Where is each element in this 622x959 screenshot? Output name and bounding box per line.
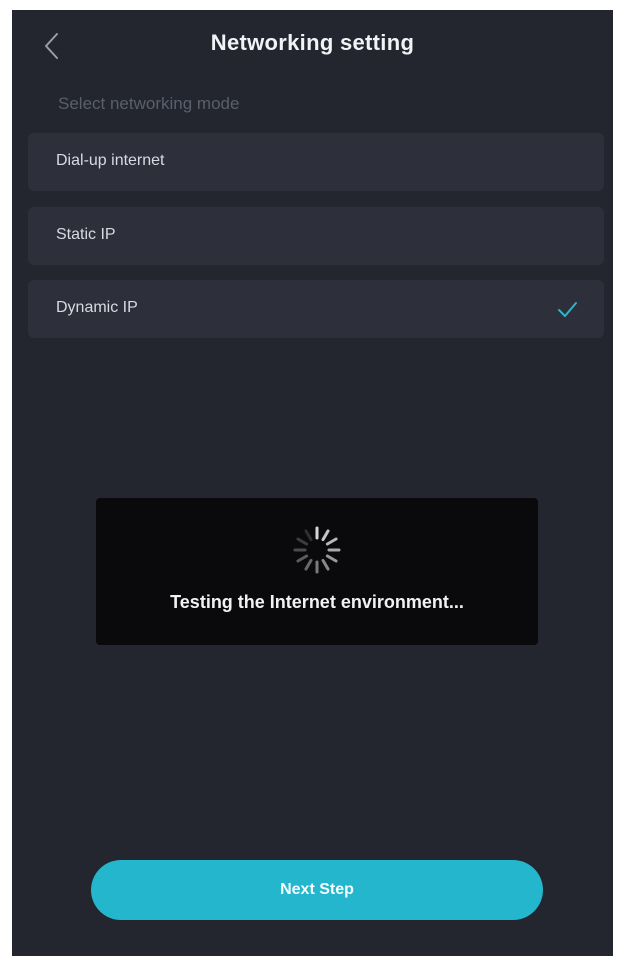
next-step-button[interactable]: Next Step: [91, 860, 543, 920]
checkmark-icon: [558, 302, 577, 317]
page-title: Networking setting: [210, 30, 415, 55]
option-dynamic-ip[interactable]: Dynamic IP: [28, 280, 604, 338]
networking-setting-screen: Networking setting Select networking mod…: [12, 10, 613, 956]
option-static-ip[interactable]: Static IP: [28, 207, 604, 265]
section-label: Select networking mode: [58, 94, 240, 113]
option-label: Static IP: [56, 226, 116, 243]
header: Networking setting: [12, 10, 613, 82]
spinner-icon: [293, 526, 341, 574]
option-dial-up-internet[interactable]: Dial-up internet: [28, 133, 604, 191]
option-label: Dial-up internet: [56, 152, 165, 169]
loading-message: Testing the Internet environment...: [170, 592, 464, 612]
loading-toast: Testing the Internet environment...: [96, 498, 538, 645]
option-label: Dynamic IP: [56, 299, 138, 316]
